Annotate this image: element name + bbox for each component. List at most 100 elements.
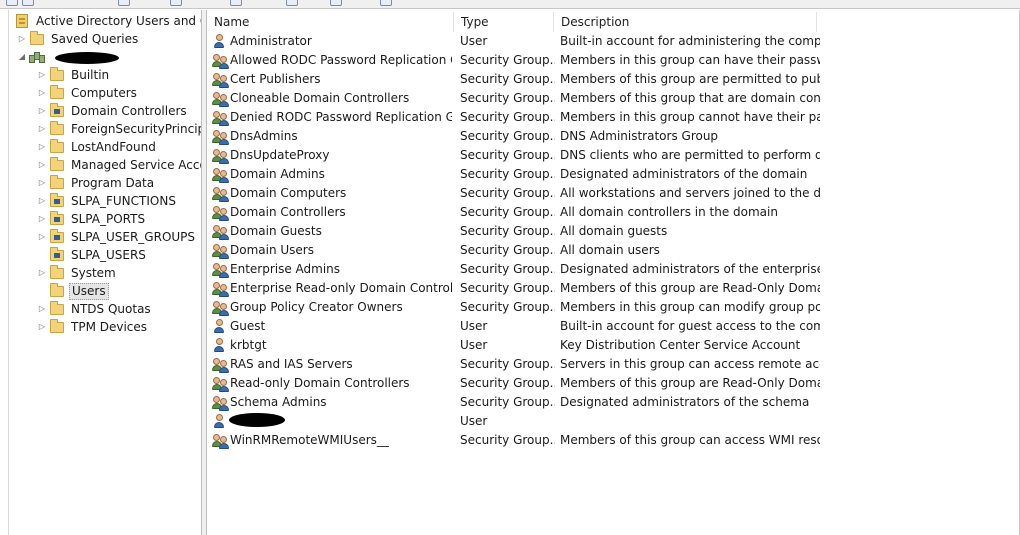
group-body-icon	[219, 139, 229, 145]
table-row[interactable]: Schema Admins Security Group... Designated…	[207, 393, 1020, 412]
help-icon[interactable]	[230, 0, 242, 6]
cell-type: User	[460, 319, 488, 333]
table-row[interactable]: Enterprise Read-only Domain Controllers S…	[207, 279, 1020, 298]
properties-icon[interactable]	[170, 0, 182, 6]
tree-item[interactable]: Users	[35, 282, 109, 300]
tree-item[interactable]: ▷ Computers	[35, 84, 139, 102]
table-row[interactable]: Domain Admins Security Group... Designated…	[207, 165, 1020, 184]
tree-item[interactable]: SLPA_USERS	[35, 246, 148, 264]
user-head-icon	[216, 34, 223, 41]
cell-description: Members in this group can modify group p…	[560, 300, 820, 314]
tree-item[interactable]: ◢	[15, 48, 119, 66]
folder-shape-icon	[50, 85, 64, 99]
column-header-type[interactable]: Type	[454, 12, 554, 32]
folder-icon	[49, 121, 65, 136]
forward-button-icon[interactable]	[22, 0, 34, 6]
collapsed-chevron-icon[interactable]: ▷	[35, 156, 49, 174]
table-row[interactable]: User	[207, 412, 1020, 431]
table-row[interactable]: Domain Computers Security Group... All wor…	[207, 184, 1020, 203]
table-row[interactable]: DnsUpdateProxy Security Group... DNS clien…	[207, 146, 1020, 165]
folder-shape-icon	[50, 283, 64, 297]
collapsed-chevron-icon[interactable]: ▷	[35, 66, 49, 84]
tree-item[interactable]: ▷ Builtin	[35, 66, 111, 84]
cell-type: Security Group...	[460, 167, 555, 181]
tree-item-label: Domain Controllers	[71, 104, 187, 118]
organizational-unit-folder-icon	[50, 211, 64, 225]
console-tree-icon[interactable]	[118, 0, 130, 6]
cell-type: Security Group...	[460, 300, 555, 314]
collapsed-chevron-icon[interactable]: ▷	[15, 30, 29, 48]
collapsed-chevron-icon[interactable]: ▷	[35, 102, 49, 120]
collapsed-chevron-icon[interactable]: ▷	[35, 210, 49, 228]
table-row[interactable]: krbtgt User Key Distribution Center Servic…	[207, 336, 1020, 355]
table-row[interactable]: Cloneable Domain Controllers Security Gro…	[207, 89, 1020, 108]
collapsed-chevron-icon[interactable]: ▷	[35, 174, 49, 192]
table-row[interactable]: Domain Controllers Security Group... All d…	[207, 203, 1020, 222]
folder-shape-icon	[50, 157, 64, 171]
expanded-chevron-icon[interactable]: ◢	[15, 48, 29, 66]
console-tree[interactable]: Active Directory Users and Com ▷ Saved Que…	[8, 10, 202, 535]
table-row[interactable]: Cert Publishers Security Group... Members …	[207, 70, 1020, 89]
domain-icon	[29, 50, 45, 64]
collapsed-chevron-icon[interactable]: ▷	[35, 84, 49, 102]
tree-item[interactable]: ▷ NTDS Quotas	[35, 300, 153, 318]
collapsed-chevron-icon[interactable]: ▷	[35, 138, 49, 156]
tree-item[interactable]: ▷ TPM Devices	[35, 318, 149, 336]
column-header-name[interactable]: Name	[207, 12, 454, 32]
cell-type: Security Group...	[460, 110, 555, 124]
cell-name: RAS and IAS Servers	[230, 357, 353, 371]
column-header-description[interactable]: Description	[554, 12, 817, 32]
table-row[interactable]: Read-only Domain Controllers Security Gro…	[207, 374, 1020, 393]
table-row[interactable]: WinRMRemoteWMIUsers__ Security Group... Me…	[207, 431, 1020, 450]
table-row[interactable]: Enterprise Admins Security Group... Design…	[207, 260, 1020, 279]
table-row[interactable]: Allowed RODC Password Replication Gr... S…	[207, 51, 1020, 70]
group-head-icon	[213, 434, 220, 441]
tree-item[interactable]: ▷ ForeignSecurityPrincipals	[35, 120, 201, 138]
new-group-icon[interactable]	[330, 0, 342, 6]
cell-type: Security Group...	[460, 53, 555, 67]
ou-folder-icon	[49, 103, 65, 118]
filter-icon[interactable]	[380, 0, 392, 6]
back-button-icon[interactable]	[6, 0, 18, 6]
group-head-icon	[213, 73, 220, 80]
collapsed-chevron-icon[interactable]: ▷	[35, 120, 49, 138]
cell-description: DNS clients who are permitted to perform…	[560, 148, 820, 162]
tree-item[interactable]: ▷ SLPA_USER_GROUPS	[35, 228, 197, 246]
folder-shape-icon	[50, 139, 64, 153]
cell-type: Security Group...	[460, 72, 555, 86]
tree-item[interactable]: ▷ Domain Controllers	[35, 102, 189, 120]
folder-shape-icon	[50, 121, 64, 135]
table-row[interactable]: Denied RODC Password Replication Gro... S…	[207, 108, 1020, 127]
tree-item[interactable]: ▷ SLPA_FUNCTIONS	[35, 192, 178, 210]
folder-icon	[49, 67, 65, 82]
table-row[interactable]: Domain Users Security Group... All domain …	[207, 241, 1020, 260]
tree-item[interactable]: ▷ Program Data	[35, 174, 156, 192]
tree-item[interactable]: ▷ SLPA_PORTS	[35, 210, 147, 228]
tree-root-item[interactable]: Active Directory Users and Com	[10, 12, 201, 30]
tree-item[interactable]: ▷ LostAndFound	[35, 138, 158, 156]
tree-item[interactable]: ▷ Saved Queries	[15, 30, 140, 48]
group-body-icon	[219, 310, 229, 316]
new-user-icon[interactable]	[286, 0, 298, 6]
collapsed-chevron-icon[interactable]: ▷	[35, 264, 49, 282]
collapsed-chevron-icon[interactable]: ▷	[35, 318, 49, 336]
table-row[interactable]: Domain Guests Security Group... All domain…	[207, 222, 1020, 241]
tree-item[interactable]: ▷ Managed Service Accoun	[35, 156, 201, 174]
user-body-icon	[214, 42, 224, 48]
cell-description: All domain controllers in the domain	[560, 205, 778, 219]
table-row[interactable]: Guest User Built-in account for guest acce…	[207, 317, 1020, 336]
table-row[interactable]: Administrator User Built-in account for ad…	[207, 32, 1020, 51]
cell-type: Security Group...	[460, 205, 555, 219]
toolbar	[0, 0, 1020, 9]
tree-item[interactable]: ▷ System	[35, 264, 118, 282]
table-row[interactable]: RAS and IAS Servers Security Group... Serv…	[207, 355, 1020, 374]
user-body-icon	[214, 346, 224, 352]
folder-icon	[49, 301, 65, 316]
table-row[interactable]: DnsAdmins Security Group... DNS Administra…	[207, 127, 1020, 146]
cell-description: Built-in account for guest access to the…	[560, 319, 820, 333]
collapsed-chevron-icon[interactable]: ▷	[35, 192, 49, 210]
collapsed-chevron-icon[interactable]: ▷	[35, 300, 49, 318]
table-row[interactable]: Group Policy Creator Owners Security Grou…	[207, 298, 1020, 317]
collapsed-chevron-icon[interactable]: ▷	[35, 228, 49, 246]
objects-list-view[interactable]: Name Type Description Administrator User B…	[207, 10, 1020, 535]
